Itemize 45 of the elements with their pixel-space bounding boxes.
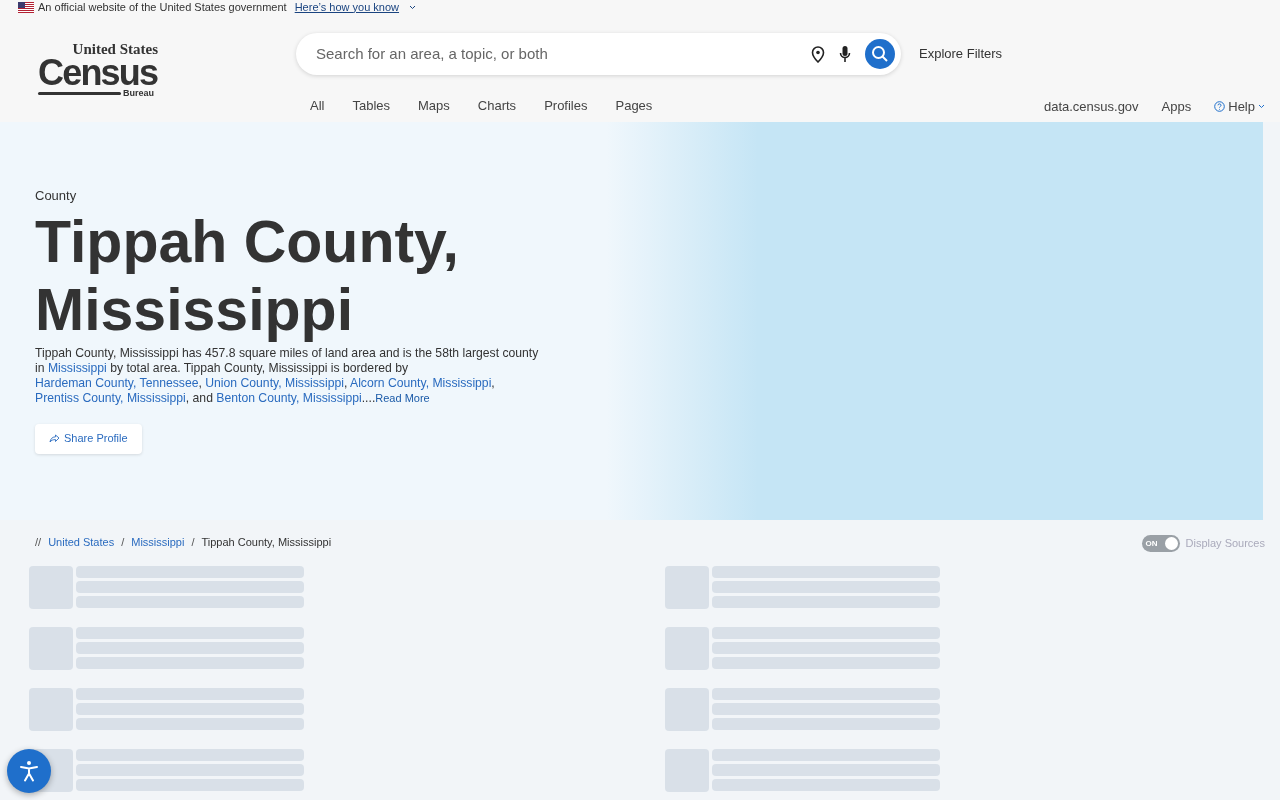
breadcrumb-separator: / bbox=[121, 535, 125, 550]
search-tab[interactable]: Tables bbox=[352, 96, 391, 116]
location-pin-icon[interactable] bbox=[811, 45, 825, 63]
help-menu[interactable]: Help bbox=[1214, 97, 1265, 117]
county-link[interactable]: Mississippi bbox=[47, 360, 107, 375]
header-link[interactable]: data.census.gov bbox=[1043, 97, 1139, 117]
share-profile-button[interactable]: Share Profile bbox=[35, 423, 142, 454]
breadcrumb-link[interactable]: Mississippi bbox=[131, 534, 185, 551]
microphone-icon[interactable] bbox=[839, 45, 851, 63]
display-sources-label: Display Sources bbox=[1185, 536, 1265, 552]
chevron-down-icon bbox=[409, 4, 417, 10]
share-icon bbox=[49, 434, 60, 443]
county-link[interactable]: Hardeman County, Tennessee bbox=[35, 375, 199, 390]
hero-eyebrow: County bbox=[35, 187, 78, 205]
search-icon bbox=[871, 45, 889, 63]
search-field[interactable]: Search for an area, a topic, or both bbox=[296, 33, 901, 75]
logo-top-text: United States bbox=[72, 42, 158, 57]
search-tab[interactable]: Maps bbox=[418, 96, 450, 116]
search-input[interactable]: Search for an area, a topic, or both bbox=[316, 42, 811, 66]
search-tab[interactable]: Pages bbox=[615, 96, 653, 116]
header-link[interactable]: Apps bbox=[1161, 97, 1192, 117]
county-link[interactable]: Prentiss County, Mississippi bbox=[35, 390, 186, 405]
page-title: Tippah County, Mississippi bbox=[35, 207, 460, 344]
how-you-know-link[interactable]: Here’s how you know bbox=[294, 0, 400, 16]
county-description: Tippah County, Mississippi has 457.8 square miles of land area and is the 58th largest county in Mississippi by total area. Tippah County, Mississippi is bordered by Hardeman County, Tennessee, Union County, Mississippi, Alcorn County, Mississippi, Prentiss County, Mississippi, and Benton County, Mississippi....Read More bbox=[35, 345, 540, 406]
search-tab[interactable]: Charts bbox=[477, 96, 517, 116]
chevron-down-icon bbox=[1258, 104, 1265, 110]
county-link[interactable]: Benton County, Mississippi bbox=[216, 390, 362, 405]
county-link[interactable]: Union County, Mississippi bbox=[205, 375, 344, 390]
explore-filters-link[interactable]: Explore Filters bbox=[919, 44, 1003, 64]
question-icon bbox=[1214, 101, 1226, 113]
accessibility-icon bbox=[19, 760, 39, 782]
gov-banner-text: An official website of the United States government bbox=[38, 0, 287, 15]
census-logo[interactable]: United States Census Bureau bbox=[38, 42, 162, 98]
breadcrumb-separator: / bbox=[191, 535, 195, 550]
search-tab[interactable]: All bbox=[310, 96, 325, 116]
logo-main-text: Census bbox=[38, 57, 158, 89]
breadcrumb-prefix: // bbox=[35, 535, 42, 550]
breadcrumb-link[interactable]: United States bbox=[48, 534, 115, 551]
logo-bottom-text: Bureau bbox=[123, 89, 154, 98]
accessibility-button[interactable] bbox=[7, 749, 51, 793]
search-tab[interactable]: Profiles bbox=[544, 96, 588, 116]
breadcrumb-current: Tippah County, Mississippi bbox=[201, 535, 332, 550]
search-button[interactable] bbox=[865, 39, 895, 69]
read-more-link[interactable]: Read More bbox=[375, 391, 430, 404]
